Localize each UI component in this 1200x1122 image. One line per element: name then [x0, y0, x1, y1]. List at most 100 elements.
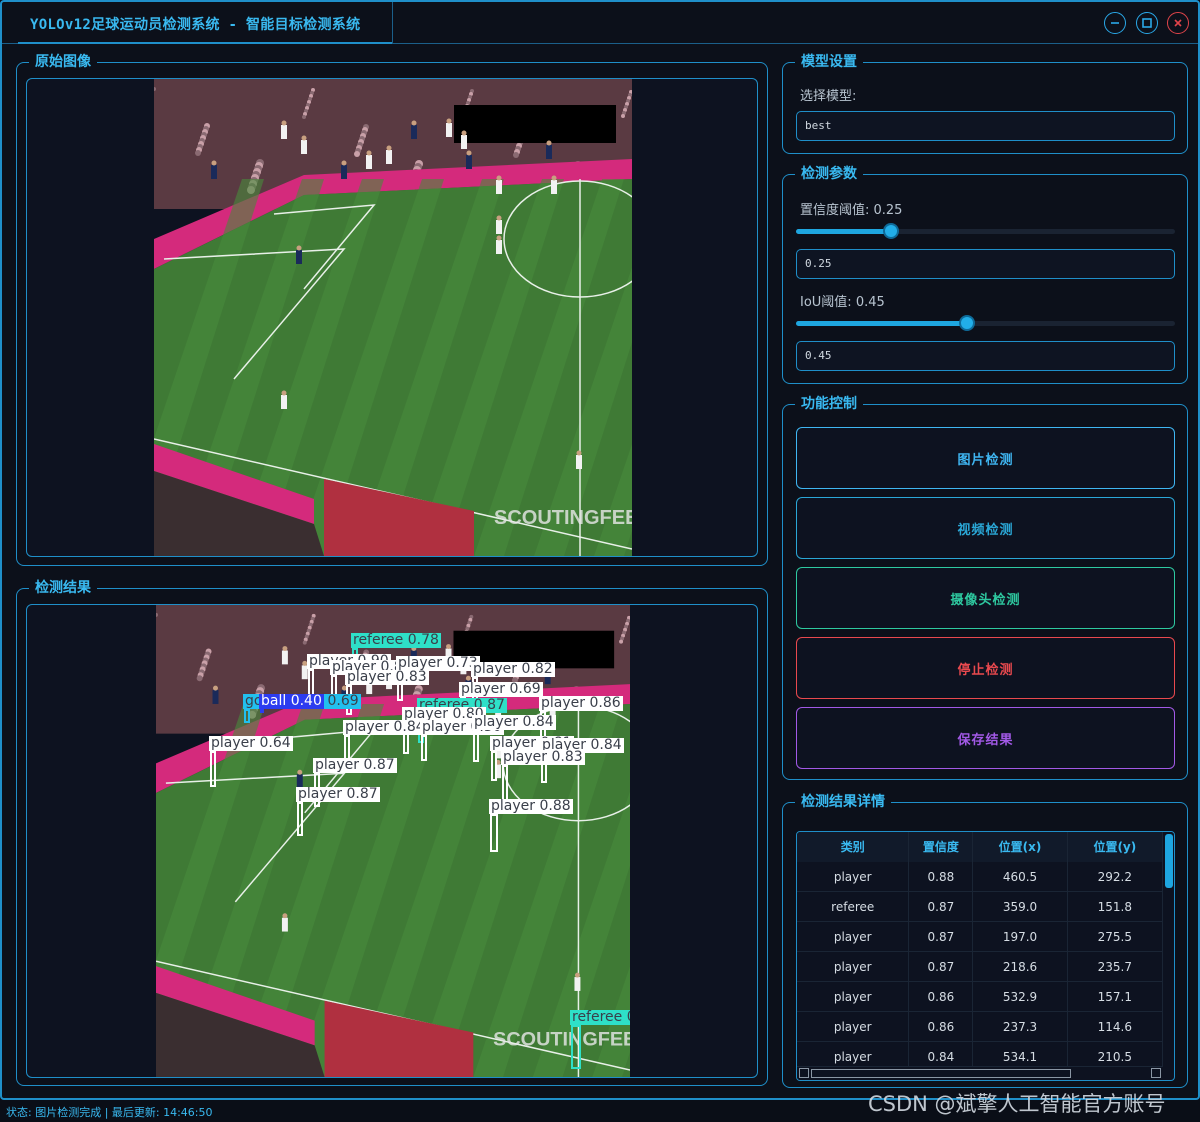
csdn-watermark: CSDN @斌擎人工智能官方账号: [868, 1092, 1166, 1116]
pitch-image: SCOUTINGFEED: [154, 79, 632, 556]
vertical-scrollbar[interactable]: [1162, 832, 1174, 1068]
slider-handle[interactable]: [882, 223, 899, 239]
table-cell: 151.8: [1068, 892, 1163, 922]
table-cell: 0.87: [909, 952, 974, 982]
table-cell: player: [797, 922, 910, 952]
detection-label: player 0.83: [501, 749, 585, 765]
table-cell: 460.5: [973, 862, 1068, 892]
detection-box: player 0.88: [489, 799, 573, 852]
iou-slider[interactable]: [796, 315, 1175, 331]
model-settings-title: 模型设置: [795, 52, 863, 72]
table-cell: referee: [797, 892, 910, 922]
detection-rect: [210, 751, 216, 787]
detection-overlay: referee 0.78player 0.90player 0.86player…: [156, 605, 630, 1077]
scroll-right-arrow[interactable]: [1151, 1068, 1161, 1078]
detection-label: player 0.84: [343, 719, 427, 735]
detection-box: player 0.81: [490, 736, 574, 781]
original-image-frame: SCOUTINGFEED: [26, 78, 758, 557]
detection-rect: [260, 709, 264, 713]
scroll-left-arrow[interactable]: [799, 1068, 809, 1078]
image-detect-button[interactable]: 图片检测: [796, 427, 1175, 489]
detection-label: player 0.86: [539, 695, 623, 711]
table-cell: 0.87: [909, 892, 974, 922]
minimize-button[interactable]: [1104, 12, 1126, 34]
column-header[interactable]: 类别: [797, 832, 910, 862]
table-cell: 197.0: [973, 922, 1068, 952]
slider-fill: [796, 229, 891, 234]
detection-label: player 0.83: [345, 669, 429, 685]
table-cell: 532.9: [973, 982, 1068, 1012]
table-row[interactable]: player 0.87 197.0 275.5: [797, 922, 1163, 952]
camera-detect-button[interactable]: 摄像头检测: [796, 567, 1175, 629]
slider-handle[interactable]: [958, 315, 975, 331]
detection-label: player 0.69: [459, 681, 543, 697]
detection-label: referee 0.78: [351, 632, 441, 648]
column-header[interactable]: 位置(y): [1068, 832, 1163, 862]
iou-input[interactable]: 0.45: [796, 341, 1175, 371]
detection-label: referee 0.83: [570, 1010, 630, 1025]
table-cell: 0.86: [909, 982, 974, 1012]
result-panel-title: 检测结果: [29, 578, 97, 598]
title-bar[interactable]: YOLOv12足球运动员检测系统 - 智能目标检测系统: [2, 2, 1198, 44]
model-settings-panel: 模型设置 选择模型: best: [782, 52, 1188, 154]
table-row[interactable]: player 0.86 532.9 157.1: [797, 982, 1163, 1012]
horizontal-scrollbar[interactable]: [797, 1066, 1163, 1080]
table-cell: player: [797, 952, 910, 982]
detection-rect: [490, 814, 498, 852]
detection-box: player 0.30: [420, 720, 504, 761]
stop-detect-button[interactable]: 停止检测: [796, 637, 1175, 699]
detection-label: player 0.84: [472, 714, 556, 730]
detection-rect: [491, 751, 497, 781]
table-cell: 359.0: [973, 892, 1068, 922]
confidence-slider[interactable]: [796, 223, 1175, 239]
minimize-icon: [1111, 22, 1119, 24]
column-header[interactable]: 置信度: [909, 832, 974, 862]
detection-rect: [244, 709, 250, 723]
detection-rect: [571, 1025, 581, 1069]
save-results-button[interactable]: 保存结果: [796, 707, 1175, 769]
status-bar: 状态: 图片检测完成 | 最后更新: 14:46:50: [6, 1106, 213, 1119]
table-cell: 218.6: [973, 952, 1068, 982]
table-row[interactable]: player 0.87 218.6 235.7: [797, 952, 1163, 982]
table-cell: player: [797, 982, 910, 1012]
detection-box: goalkeeper 0.69: [243, 694, 361, 723]
results-table: 类别 置信度 位置(x) 位置(y) player 0.88 460.5 292.2 r…: [796, 831, 1175, 1081]
scrollbar-thumb[interactable]: [1165, 834, 1173, 888]
detection-result-panel: 检测结果 SCOUTINGFEED referee 0.78player 0.9…: [16, 578, 768, 1086]
confidence-input[interactable]: 0.25: [796, 249, 1175, 279]
original-image-panel: 原始图像 SCOUTINGFEED: [16, 52, 768, 566]
results-detail-title: 检测结果详情: [795, 792, 891, 812]
detection-box: referee 0.83: [570, 1010, 630, 1069]
table-cell: 157.1: [1068, 982, 1163, 1012]
close-icon: [1174, 19, 1182, 27]
scrollbar-thumb[interactable]: [811, 1069, 1071, 1078]
detection-box: player 0.84: [472, 715, 556, 762]
detection-label: player 0.87: [296, 786, 380, 802]
table-cell: 275.5: [1068, 922, 1163, 952]
maximize-button[interactable]: [1136, 12, 1158, 34]
detection-label: player 0.82: [471, 661, 555, 677]
table-cell: 0.87: [909, 922, 974, 952]
maximize-icon: [1142, 18, 1152, 28]
table-cell: 0.86: [909, 1012, 974, 1042]
detection-box: player 0.64: [209, 736, 293, 787]
close-button[interactable]: [1167, 12, 1189, 34]
table-row[interactable]: player 0.88 460.5 292.2: [797, 862, 1163, 892]
results-detail-panel: 检测结果详情 类别 置信度 位置(x) 位置(y) player 0.88 460.…: [782, 792, 1188, 1088]
table-cell: player: [797, 862, 910, 892]
result-image: SCOUTINGFEED referee 0.78player 0.90play…: [156, 605, 630, 1077]
title-underline: [18, 42, 392, 44]
model-select[interactable]: best: [796, 111, 1175, 141]
confidence-label: 置信度阈值: 0.25: [800, 203, 903, 218]
table-cell: 292.2: [1068, 862, 1163, 892]
slider-fill: [796, 321, 967, 326]
table-row[interactable]: referee 0.87 359.0 151.8: [797, 892, 1163, 922]
detection-rect: [421, 735, 427, 761]
column-header[interactable]: 位置(x): [973, 832, 1068, 862]
detection-label: player 0.88: [489, 798, 573, 814]
detection-params-panel: 检测参数 置信度阈值: 0.25 0.25 IoU阈值: 0.45 0.45: [782, 164, 1188, 384]
function-controls-title: 功能控制: [795, 394, 863, 414]
original-image: SCOUTINGFEED: [154, 79, 632, 556]
table-row[interactable]: player 0.86 237.3 114.6: [797, 1012, 1163, 1042]
video-detect-button[interactable]: 视频检测: [796, 497, 1175, 559]
